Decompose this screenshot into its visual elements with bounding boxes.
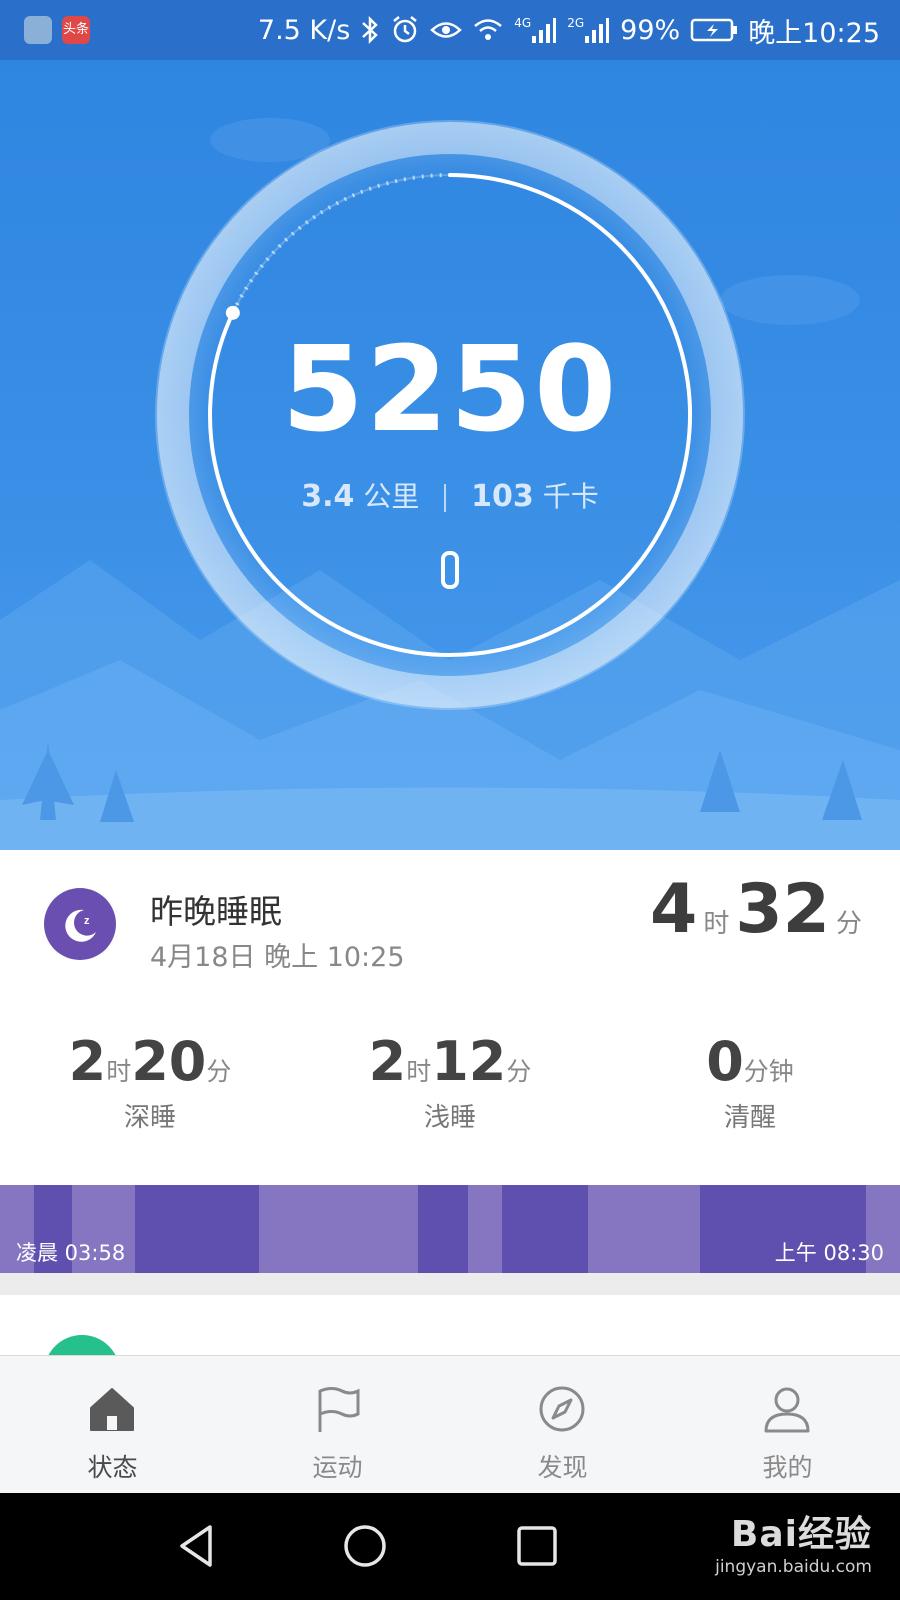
moon-icon: z	[44, 888, 116, 960]
signal-icon	[585, 18, 610, 43]
total-hours-unit: 时	[703, 909, 730, 939]
next-card-peek[interactable]	[0, 1295, 900, 1355]
tab-status[interactable]: 状态	[0, 1356, 225, 1494]
home-button-icon[interactable]	[342, 1523, 388, 1569]
clock: 晚上10:25	[748, 17, 880, 49]
compass-icon	[539, 1386, 585, 1432]
light-sleep-label: 浅睡	[423, 1103, 476, 1133]
wifi-icon	[474, 19, 503, 40]
tab-discover[interactable]: 发现	[450, 1356, 675, 1494]
step-count: 5250	[281, 320, 619, 458]
back-icon[interactable]	[174, 1523, 220, 1569]
tab-sport[interactable]: 运动	[225, 1356, 450, 1494]
sleep-date: 4月18日 晚上 10:25	[150, 942, 405, 973]
awake-stat: 0分钟 清醒	[600, 1030, 900, 1134]
network-4g-signal: 4G	[514, 16, 557, 44]
person-icon	[764, 1387, 810, 1433]
net-speed: 7.5 K/s	[257, 14, 351, 46]
sleep-total: 4 时32 分	[650, 870, 868, 949]
sleep-title: 昨晚睡眠	[150, 892, 282, 931]
timeline-start: 凌晨 03:58	[16, 1241, 126, 1265]
calories-unit: 千卡	[542, 480, 599, 513]
status-bar: 头条 7.5 K/s 4G 2G 99% 晚上10:25	[0, 0, 900, 60]
card-icon	[44, 1335, 120, 1355]
mi-app-icon	[24, 16, 52, 44]
tab-me[interactable]: 我的	[675, 1356, 900, 1494]
flag-icon	[318, 1387, 360, 1432]
activity-hero[interactable]: 5250 3.4 公里 103 千卡	[0, 60, 900, 850]
progress-knob	[225, 305, 240, 320]
activity-summary: 3.4 公里 103 千卡	[0, 475, 900, 515]
calories-value: 103	[471, 479, 534, 514]
battery-percent: 99%	[620, 14, 681, 46]
watermark-brand: Bai经验	[730, 1514, 872, 1555]
section-divider	[0, 1273, 900, 1295]
watermark-url: jingyan.baidu.com	[715, 1557, 872, 1577]
tab-label: 运动	[312, 1453, 363, 1482]
signal-icon	[532, 18, 557, 43]
home-icon	[90, 1388, 134, 1431]
deep-sleep-label: 深睡	[123, 1103, 176, 1133]
light-sleep-stat: 2时12分 浅睡	[300, 1030, 600, 1134]
total-minutes: 32	[735, 870, 830, 949]
total-minutes-unit: 分	[835, 909, 862, 939]
tab-label: 我的	[762, 1453, 813, 1482]
bluetooth-icon	[362, 15, 379, 45]
baidu-watermark: Bai经验 jingyan.baidu.com	[715, 1505, 872, 1577]
sleep-card[interactable]: z 昨晚睡眠 4月18日 晚上 10:25 4 时32 分 2时20分 深睡 2时1…	[0, 850, 900, 1185]
tab-label: 发现	[537, 1453, 588, 1482]
timeline-end: 上午 08:30	[774, 1241, 884, 1265]
system-nav-bar: Bai经验 jingyan.baidu.com	[0, 1493, 900, 1600]
deep-sleep-segment	[418, 1185, 468, 1273]
bottom-tab-bar: 状态 运动 发现 我的	[0, 1355, 900, 1494]
deep-sleep-segment	[502, 1185, 588, 1273]
svg-text:z: z	[84, 915, 90, 927]
divider	[444, 484, 447, 512]
sleep-timeline[interactable]: 凌晨 03:58 上午 08:30	[0, 1185, 900, 1273]
eye-icon	[430, 22, 463, 38]
network-2g-signal: 2G	[567, 16, 610, 44]
tab-label: 状态	[87, 1453, 138, 1482]
battery-icon	[690, 18, 738, 42]
total-hours: 4	[650, 870, 698, 949]
toutiao-app-icon: 头条	[62, 16, 90, 44]
recents-icon[interactable]	[514, 1523, 560, 1569]
awake-label: 清醒	[723, 1103, 776, 1133]
distance-value: 3.4	[301, 479, 355, 514]
deep-sleep-segment	[135, 1185, 259, 1273]
distance-unit: 公里	[363, 480, 420, 513]
band-icon	[441, 551, 459, 589]
deep-sleep-stat: 2时20分 深睡	[0, 1030, 300, 1134]
alarm-icon	[393, 16, 418, 43]
